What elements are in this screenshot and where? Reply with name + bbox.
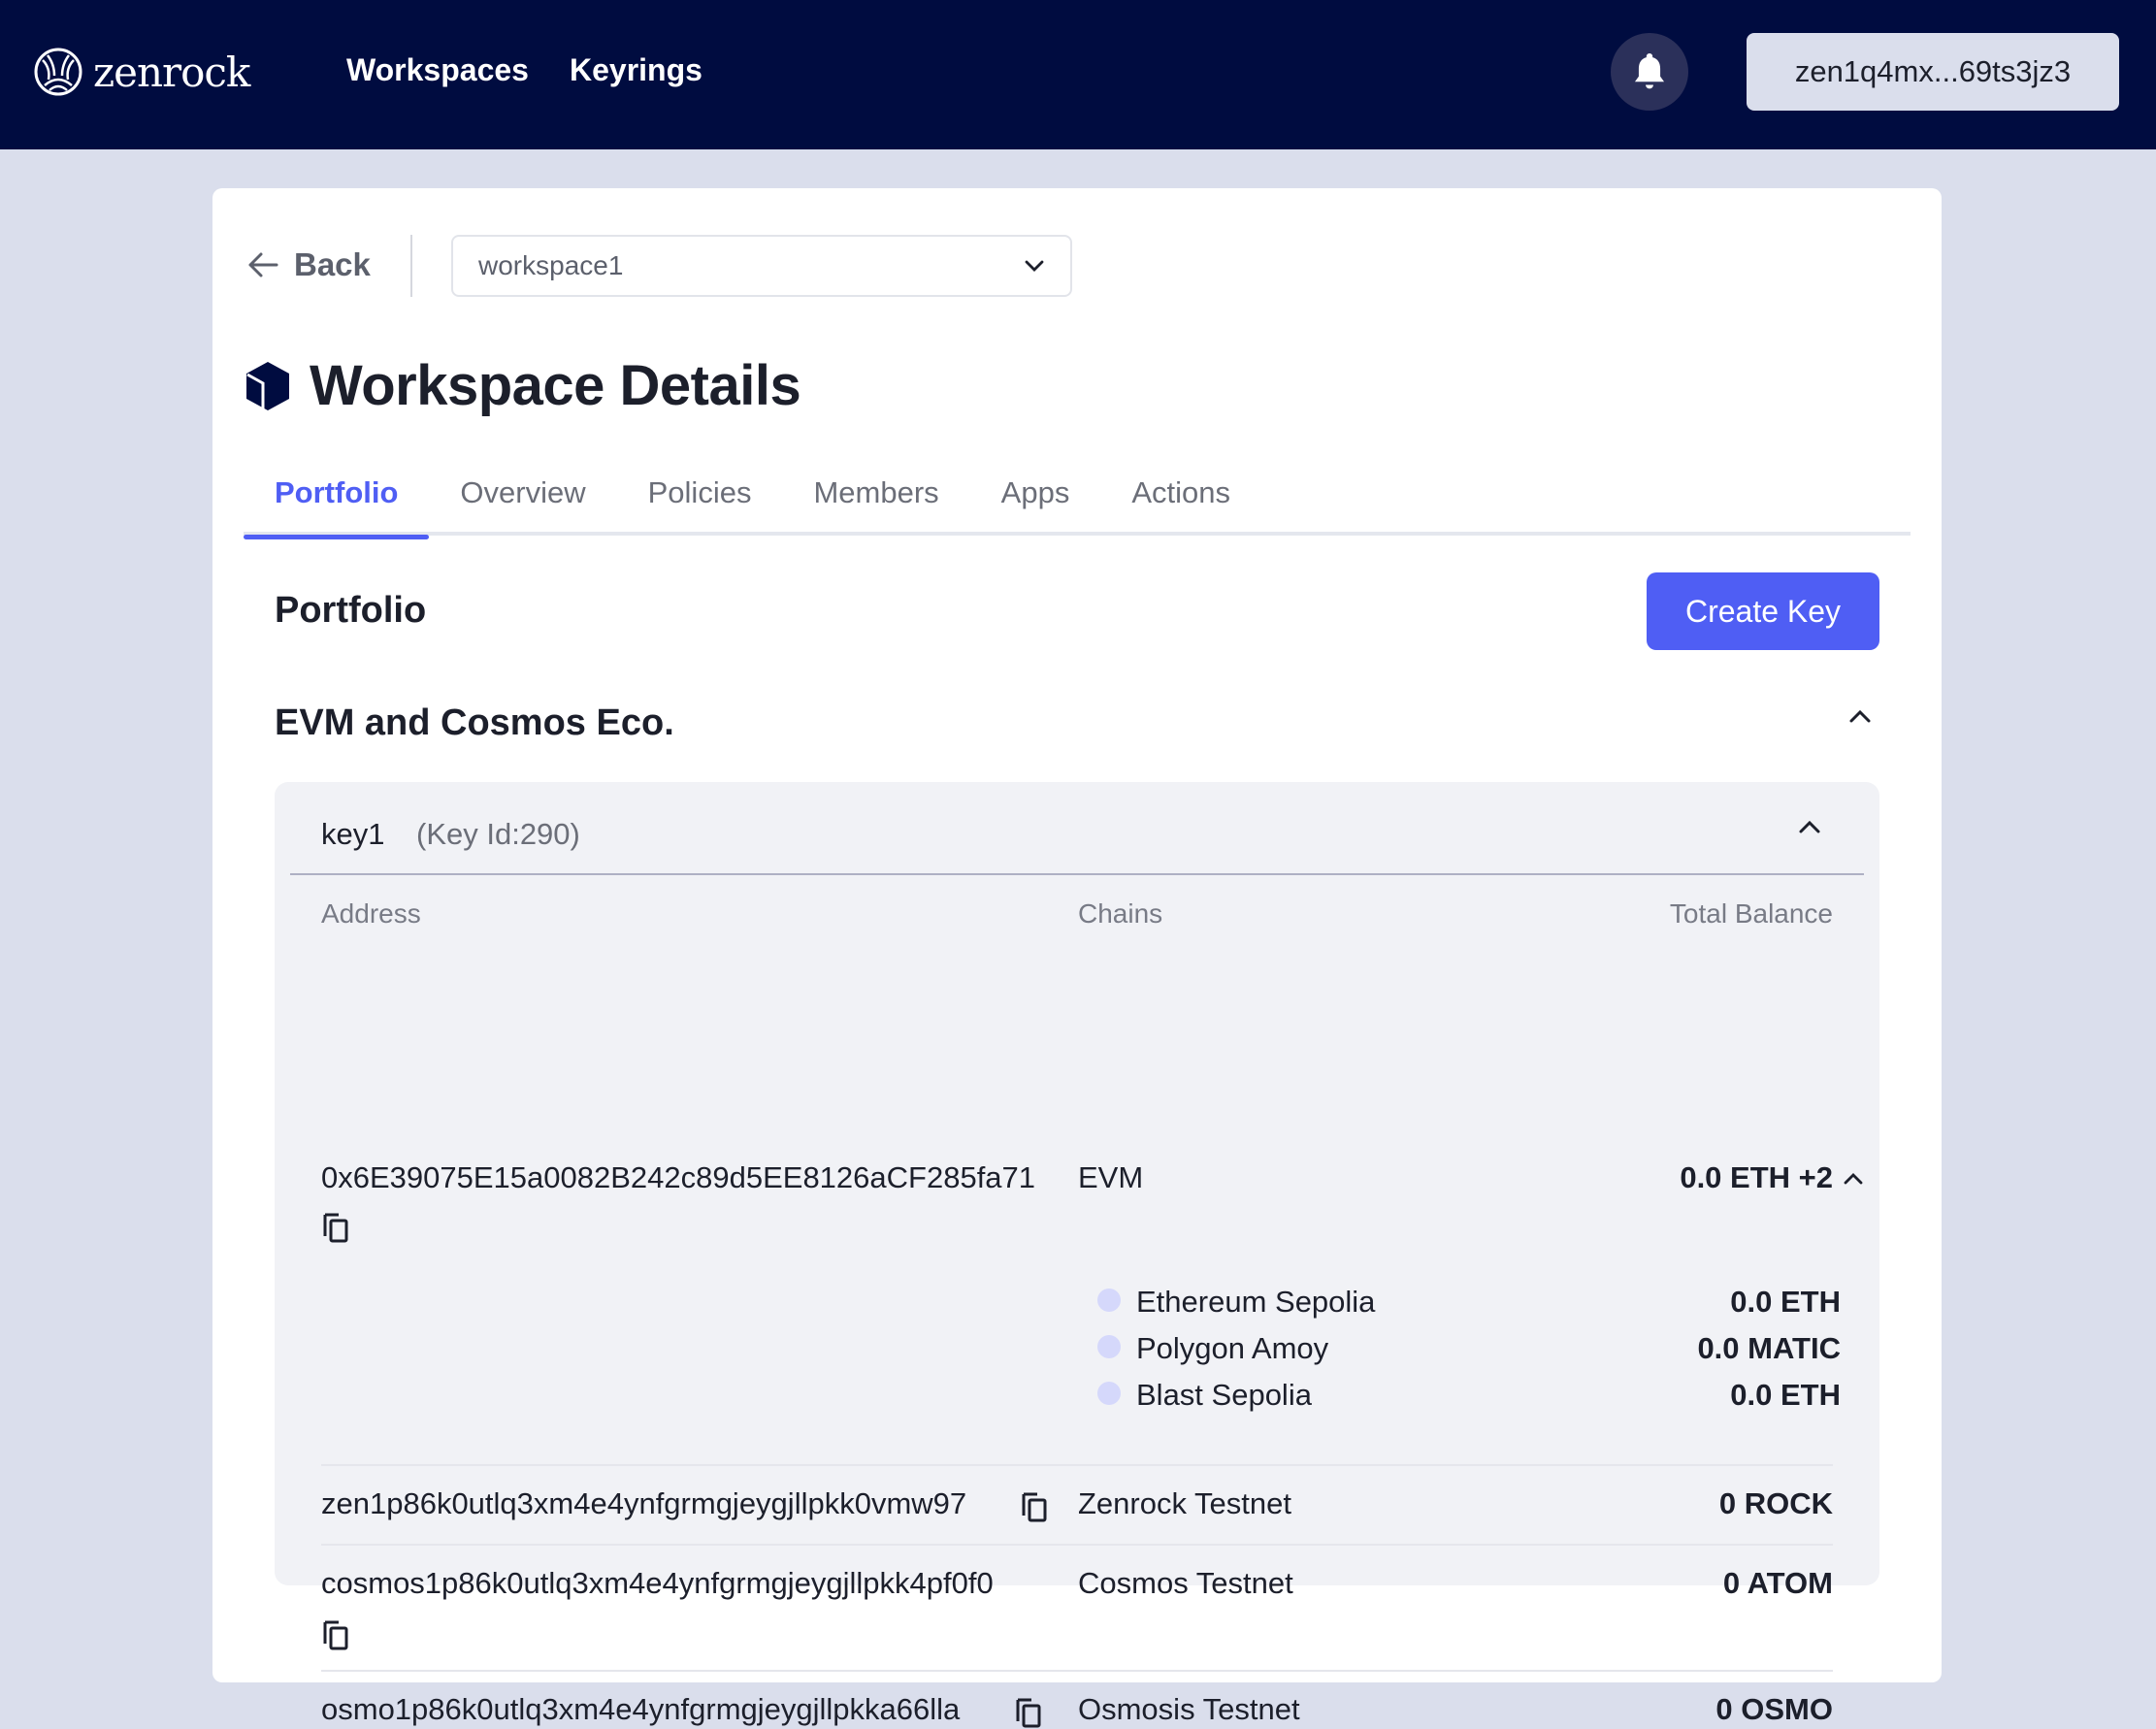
back-button[interactable]: Back bbox=[247, 246, 371, 283]
zenrock-logo[interactable]: zenrock bbox=[33, 45, 250, 99]
chain-dot bbox=[1097, 1289, 1121, 1312]
total-balance: 0 ROCK bbox=[1718, 1486, 1833, 1520]
cube-icon bbox=[246, 361, 289, 410]
workspace-card: Back workspace1 Workspace Details Portfo… bbox=[212, 188, 1942, 1728]
tab-portfolio[interactable]: Portfolio bbox=[244, 475, 430, 539]
copy-icon[interactable] bbox=[321, 1618, 350, 1651]
sub-chain-balance: 0.0 ETH bbox=[1730, 1378, 1841, 1412]
address: 0x6E39075E15a0082B242c89d5EE8126aCF285fa… bbox=[321, 1160, 1036, 1194]
zenrock-logo-icon bbox=[34, 48, 82, 96]
chain-dot bbox=[1097, 1382, 1121, 1405]
arrow-left-icon bbox=[248, 252, 278, 277]
divider bbox=[410, 235, 412, 297]
chevron-up-icon[interactable] bbox=[1798, 819, 1821, 834]
key-name: key1 bbox=[321, 817, 385, 851]
chain-name: Zenrock Testnet bbox=[1078, 1486, 1291, 1520]
sub-chain-balance: 0.0 ETH bbox=[1730, 1285, 1841, 1319]
section-title: Portfolio bbox=[275, 590, 427, 631]
column-header-chains: Chains bbox=[1078, 898, 1163, 929]
tab-actions[interactable]: Actions bbox=[1100, 475, 1261, 536]
total-balance: 0.0 ETH +2 bbox=[1680, 1160, 1833, 1194]
key-id: (Key Id:290) bbox=[416, 817, 580, 851]
wallet-address-button[interactable]: zen1q4mx...69ts3jz3 bbox=[1747, 33, 2119, 111]
sub-chain-name: Polygon Amoy bbox=[1136, 1331, 1329, 1365]
row-divider bbox=[321, 1670, 1833, 1672]
copy-icon[interactable] bbox=[321, 1211, 350, 1244]
logo-text: zenrock bbox=[93, 48, 250, 96]
top-nav-bar: zenrock Workspaces Keyrings zen1q4mx...6… bbox=[0, 0, 2156, 149]
group-title: EVM and Cosmos Eco. bbox=[275, 702, 674, 743]
sub-chain-name: Blast Sepolia bbox=[1136, 1378, 1312, 1412]
row-divider bbox=[321, 1464, 1833, 1466]
column-header-address: Address bbox=[321, 898, 421, 929]
page-title-text: Workspace Details bbox=[310, 354, 801, 417]
copy-icon[interactable] bbox=[1020, 1490, 1049, 1523]
tab-policies[interactable]: Policies bbox=[617, 475, 783, 536]
nav-workspaces[interactable]: Workspaces bbox=[346, 52, 529, 88]
total-balance: 0 OSMO bbox=[1715, 1692, 1833, 1726]
nav-keyrings[interactable]: Keyrings bbox=[570, 52, 702, 88]
sub-chain-name: Ethereum Sepolia bbox=[1136, 1285, 1376, 1319]
tab-bar: Portfolio Overview Policies Members Apps… bbox=[244, 475, 1911, 539]
tab-apps[interactable]: Apps bbox=[970, 475, 1101, 536]
chevron-up-icon[interactable] bbox=[1843, 1170, 1864, 1186]
workspace-select[interactable]: workspace1 bbox=[451, 235, 1072, 297]
workspace-select-value: workspace1 bbox=[478, 250, 624, 280]
create-key-button[interactable]: Create Key bbox=[1647, 572, 1879, 650]
back-label: Back bbox=[294, 246, 371, 282]
tab-members[interactable]: Members bbox=[782, 475, 969, 536]
address: osmo1p86k0utlq3xm4e4ynfgrmgjeygjllpkka66… bbox=[321, 1692, 961, 1726]
column-header-balance: Total Balance bbox=[1669, 898, 1833, 929]
chain-dot bbox=[1097, 1335, 1121, 1358]
bell-icon bbox=[1634, 53, 1665, 89]
page-title: Workspace Details bbox=[244, 353, 801, 418]
chain-name: Osmosis Testnet bbox=[1078, 1692, 1300, 1726]
chevron-up-icon[interactable] bbox=[1848, 708, 1872, 724]
address: zen1p86k0utlq3xm4e4ynfgrmgjeygjllpkk0vmw… bbox=[321, 1486, 967, 1520]
row-divider bbox=[321, 1544, 1833, 1546]
address: cosmos1p86k0utlq3xm4e4ynfgrmgjeygjllpkk4… bbox=[321, 1566, 994, 1600]
tab-overview[interactable]: Overview bbox=[429, 475, 616, 536]
sub-chain-balance: 0.0 MATIC bbox=[1697, 1331, 1841, 1365]
copy-icon[interactable] bbox=[1014, 1696, 1043, 1729]
chain-name: EVM bbox=[1078, 1160, 1144, 1194]
chevron-down-icon bbox=[1025, 260, 1044, 272]
total-balance: 0 ATOM bbox=[1722, 1566, 1833, 1600]
key-panel: key1 (Key Id:290) Address Chains Total B… bbox=[275, 782, 1879, 1728]
notifications-button[interactable] bbox=[1611, 33, 1688, 111]
key-header[interactable]: key1 (Key Id:290) bbox=[290, 782, 1864, 875]
chain-name: Cosmos Testnet bbox=[1078, 1566, 1293, 1600]
